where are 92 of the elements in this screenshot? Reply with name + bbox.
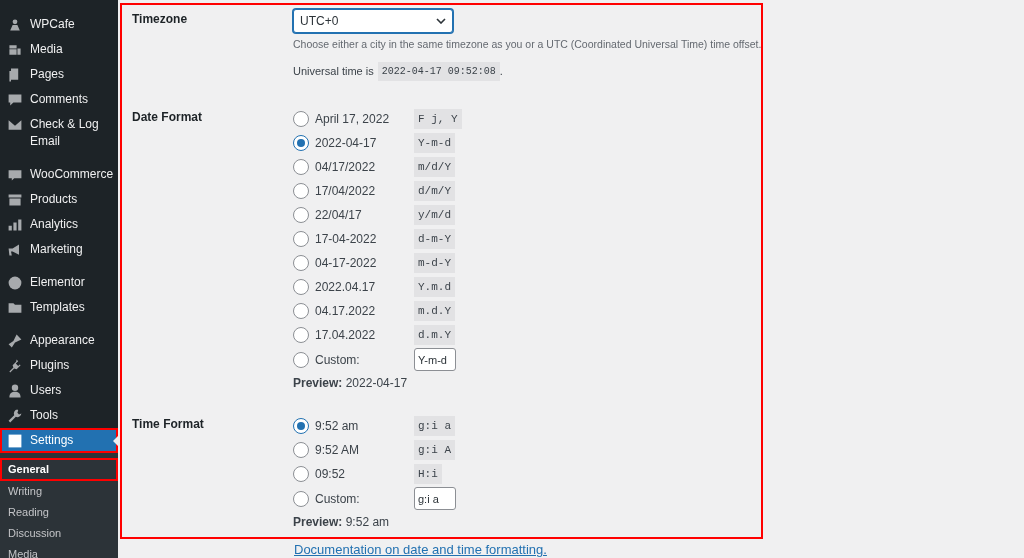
timezone-select[interactable]: UTC+0 [293,9,453,33]
menu-icon [7,42,23,58]
format-code: g:i a [414,415,455,436]
period-text: . [499,64,503,79]
option-label: 2022-04-17 [315,134,378,152]
radio-button[interactable] [293,254,309,271]
menu-icon [7,333,23,349]
sidebar-item[interactable]: Check & Log Email [0,112,118,162]
sidebar-item[interactable]: WPCafe [0,12,118,37]
option-label: 04.17.2022 [315,302,377,320]
universal-time-code: 2022-04-17 09:52:08 [377,61,500,81]
option-label: 09:52 [315,465,347,483]
sidebar-item[interactable]: Elementor [0,270,118,295]
option-label: 2022.04.17 [315,278,377,296]
radio-button[interactable] [293,465,309,482]
option-label: 9:52 am [315,417,360,435]
format-code: d/m/Y [414,180,455,201]
sidebar-item[interactable]: Templates [0,295,118,328]
format-code: d.m.Y [414,324,455,345]
field-label: Time Format [132,415,205,433]
menu-icon [7,217,23,233]
sidebar-item[interactable]: Tools [0,403,118,428]
preview-text: Preview: 9:52 am [293,513,391,531]
sidebar-item[interactable]: Analytics [0,212,118,237]
preview-text: Preview: 2022-04-17 [293,374,409,392]
radio-button[interactable] [293,417,309,434]
option-label: 22/04/17 [315,206,363,224]
submenu-item[interactable]: Media [0,544,118,558]
radio-button[interactable] [293,351,309,368]
option-label: 17.04.2022 [315,326,377,344]
sidebar-item[interactable]: Media [0,37,118,62]
custom-format-field[interactable]: Y-m-d [414,348,456,372]
sidebar-item[interactable]: Users [0,378,118,403]
option-label: 9:52 AM [315,441,361,459]
menu-icon [7,300,23,316]
chevron-down-icon [436,18,446,24]
description-text: Choose either a city in the same timezone as you or a UTC (Coordinated Universal Time) time offset. [293,37,762,52]
menu-icon [7,92,23,108]
radio-button[interactable] [293,158,309,175]
radio-button[interactable] [293,134,309,151]
field-label: Date Format [132,108,203,126]
sidebar-item[interactable]: Appearance [0,328,118,353]
format-code: m.d.Y [414,300,455,321]
sidebar-item[interactable]: Comments [0,87,118,112]
radio-button[interactable] [293,182,309,199]
format-code: Y.m.d [414,276,455,297]
field-label: Timezone [132,11,189,28]
submenu-item[interactable]: Discussion [0,523,118,544]
sidebar-item[interactable]: Marketing [0,237,118,270]
option-label: Custom: [315,490,361,508]
option-label: April 17, 2022 [315,110,391,128]
sidebar-item[interactable]: Settings [0,428,118,453]
radio-button[interactable] [293,206,309,223]
radio-button[interactable] [293,302,309,319]
format-code: Y-m-d [414,132,455,153]
submenu-item[interactable]: Writing [0,481,118,502]
radio-button[interactable] [293,490,309,507]
format-code: m-d-Y [414,252,455,273]
format-code: g:i A [414,439,455,460]
format-code: d-m-Y [414,228,455,249]
sidebar-item[interactable]: WooCommerce [0,162,118,187]
submenu-item[interactable]: Reading [0,502,118,523]
option-label: 04/17/2022 [315,158,377,176]
sidebar-item[interactable]: Plugins [0,353,118,378]
menu-icon [7,192,23,208]
option-label: Custom: [315,351,361,369]
sidebar-item[interactable]: Products [0,187,118,212]
radio-button[interactable] [293,110,309,127]
radio-button[interactable] [293,278,309,295]
sidebar-item[interactable]: Pages [0,62,118,87]
radio-button[interactable] [293,326,309,343]
radio-button[interactable] [293,230,309,247]
custom-format-field[interactable]: g:i a [414,487,456,511]
option-label: 04-17-2022 [315,254,378,272]
universal-time-label: Universal time is [293,64,374,79]
format-code: y/m/d [414,204,455,225]
format-code: H:i [414,463,442,484]
menu-icon [7,408,23,424]
format-code: F j, Y [414,108,462,129]
option-label: 17-04-2022 [315,230,378,248]
menu-icon [7,167,23,183]
menu-icon [7,17,23,33]
submenu-item[interactable]: General [0,458,118,481]
menu-icon [7,433,23,449]
current-arrow-icon [113,436,118,446]
format-code: m/d/Y [414,156,455,177]
menu-icon [7,275,23,291]
menu-icon [7,358,23,374]
menu-icon [7,383,23,399]
documentation-link[interactable]: Documentation on date and time formatting. [294,539,547,558]
radio-button[interactable] [293,441,309,458]
option-label: 17/04/2022 [315,182,377,200]
